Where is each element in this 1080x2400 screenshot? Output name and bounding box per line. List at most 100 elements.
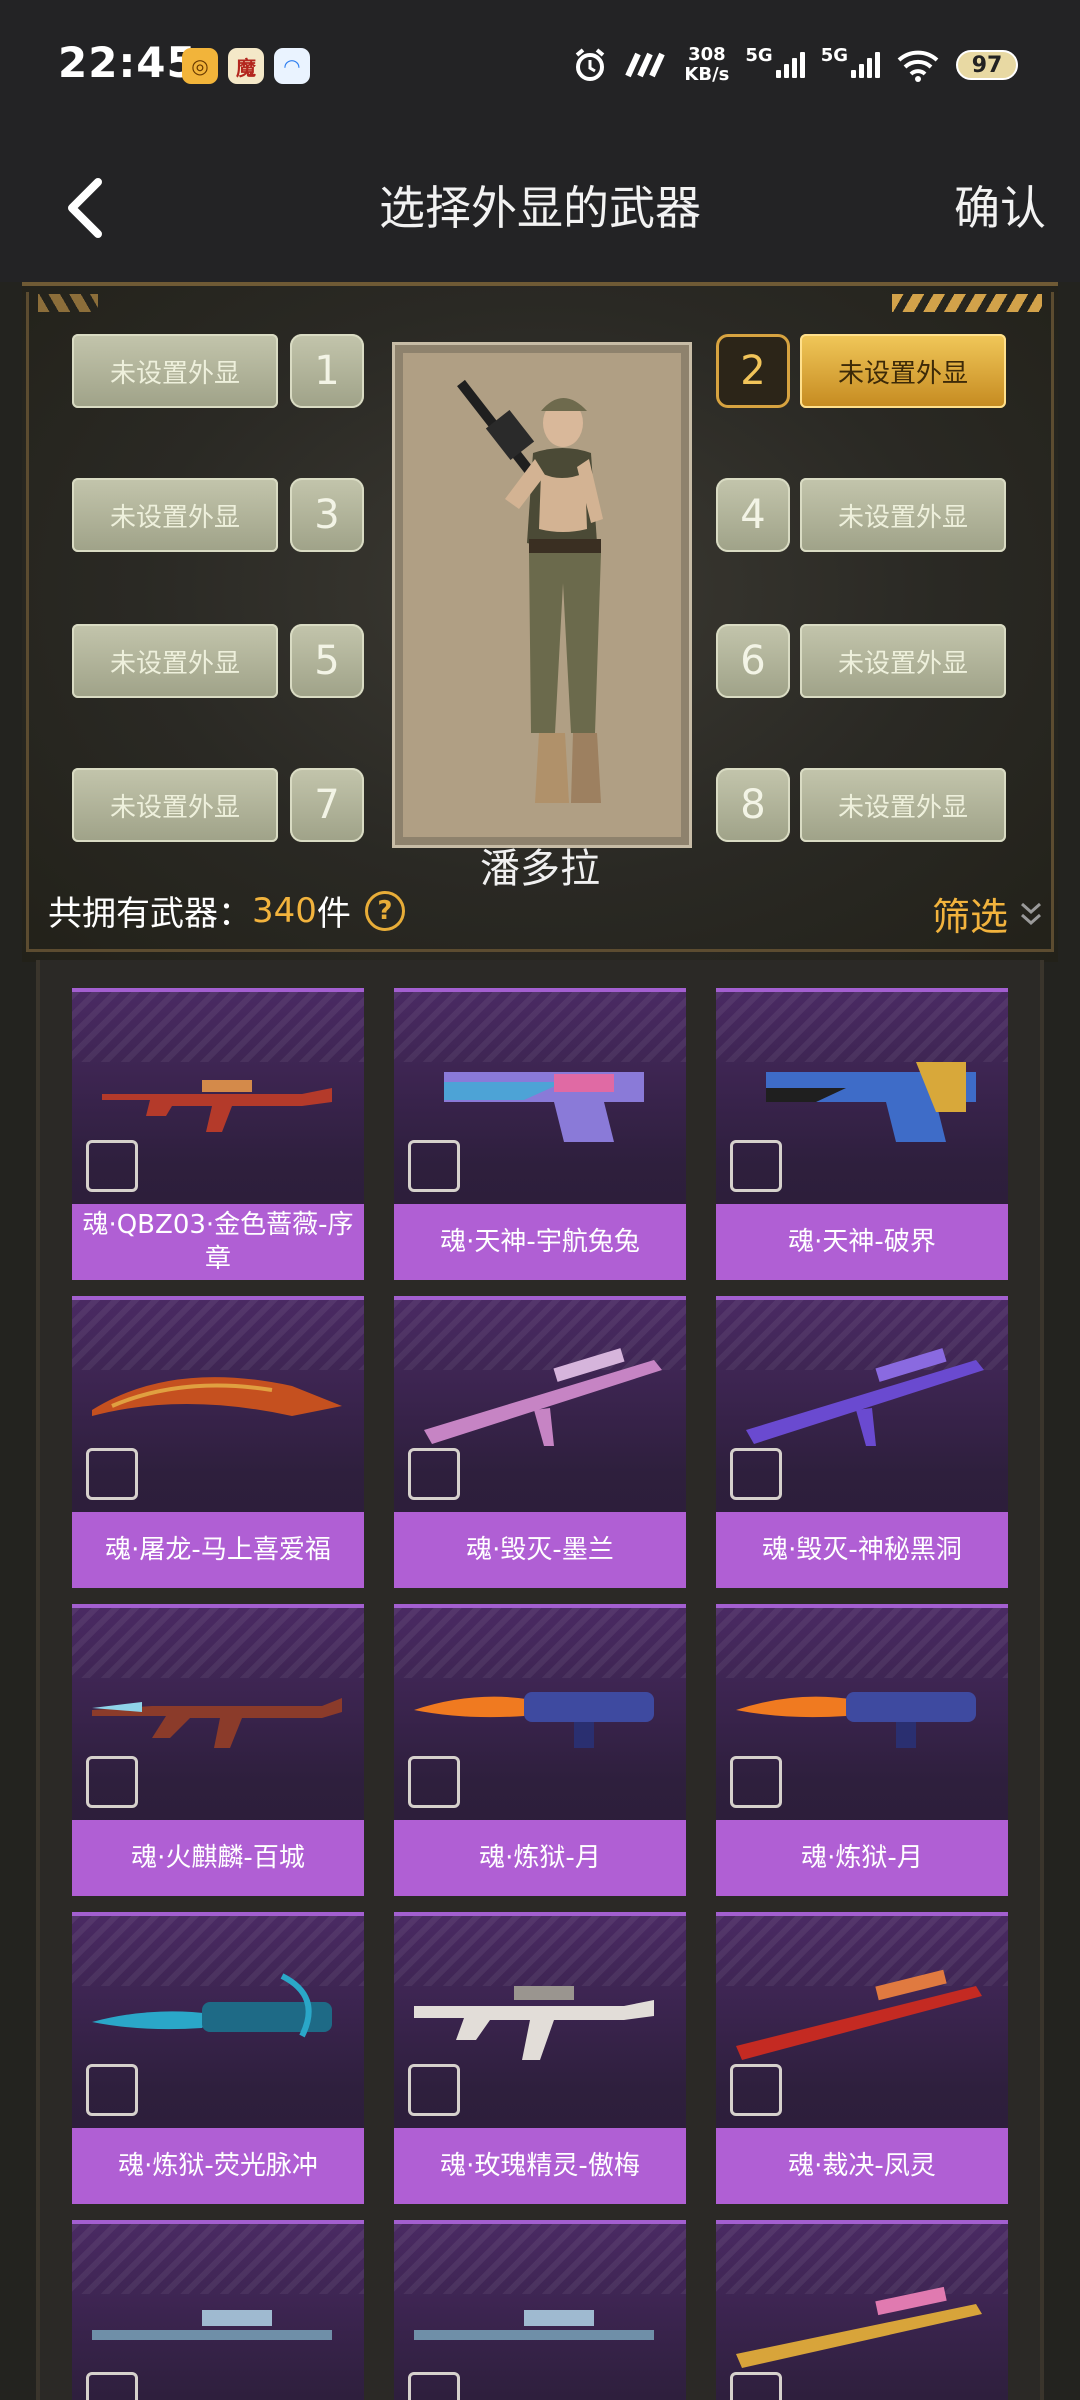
weapon-name: 魂·屠龙-马上喜爱福 — [72, 1512, 364, 1588]
weapon-card[interactable]: 魂·裁决-凤灵 — [716, 1912, 1008, 2204]
app-notification-icon: ◠ — [274, 48, 310, 84]
slot-1-button[interactable]: 未设置外显 — [72, 334, 278, 408]
weapon-checkbox[interactable] — [730, 1756, 782, 1808]
app-notification-icon: 魔 — [228, 48, 264, 84]
weapon-checkbox[interactable] — [86, 1140, 138, 1192]
weapon-card[interactable] — [394, 2220, 686, 2400]
rifle-icon — [92, 1698, 342, 1748]
header: 选择外显的武器 确认 — [0, 130, 1080, 282]
weapon-select-screen: 22:45 ◎ 魔 ◠ 308 KB/s 5G 5G 97 选择外显的武器 确认 … — [0, 0, 1080, 2400]
character-figure-icon — [457, 379, 603, 803]
weapon-name: 魂·毁灭-神秘黑洞 — [716, 1512, 1008, 1588]
weapon-count-number: 340 — [252, 890, 317, 931]
weapon-card[interactable]: 魂·毁灭-神秘黑洞 — [716, 1296, 1008, 1588]
weapon-checkbox[interactable] — [730, 1140, 782, 1192]
slot-2-number[interactable]: 2 — [716, 334, 790, 408]
status-bar: 22:45 ◎ 魔 ◠ 308 KB/s 5G 5G 97 — [0, 0, 1080, 130]
flamethrower-icon — [92, 1973, 332, 2038]
weapon-name: 魂·玫瑰精灵-傲梅 — [394, 2128, 686, 2204]
weapon-card[interactable]: 魂·天神-破界 — [716, 988, 1008, 1280]
weapon-checkbox[interactable] — [408, 2064, 460, 2116]
sniper-rifle-icon — [414, 2310, 654, 2340]
weapon-name: 魂·裁决-凤灵 — [716, 2128, 1008, 2204]
battery-indicator: 97 — [956, 50, 1018, 80]
wifi-icon — [897, 50, 939, 82]
slot-5-button[interactable]: 未设置外显 — [72, 624, 278, 698]
sniper-rifle-icon — [736, 1969, 982, 2060]
slot-4-button[interactable]: 未设置外显 — [800, 478, 1006, 552]
weapon-name: 魂·炼狱-月 — [716, 1820, 1008, 1896]
page-title: 选择外显的武器 — [379, 181, 701, 235]
character-panel: 未设置外显 1 2 未设置外显 未设置外显 3 4 未设置外显 未设置外显 5 … — [22, 282, 1058, 964]
status-time: 22:45 — [58, 38, 197, 87]
slot-8-number[interactable]: 8 — [716, 768, 790, 842]
weapon-name: 魂·火麒麟-百城 — [72, 1820, 364, 1896]
slot-6-number[interactable]: 6 — [716, 624, 790, 698]
signal-5g-1: 5G — [745, 45, 805, 78]
filter-button[interactable]: 筛选 — [932, 886, 1044, 941]
frame-decoration — [892, 294, 1042, 312]
slot-7-number[interactable]: 7 — [290, 768, 364, 842]
chevron-double-down-icon — [1021, 902, 1041, 925]
slot-3-number[interactable]: 3 — [290, 478, 364, 552]
slot-4-number[interactable]: 4 — [716, 478, 790, 552]
weapon-checkbox[interactable] — [730, 2064, 782, 2116]
slot-5-number[interactable]: 5 — [290, 624, 364, 698]
weapon-checkbox[interactable] — [408, 2372, 460, 2400]
weapon-card[interactable] — [72, 2220, 364, 2400]
weapon-card[interactable]: 魂·屠龙-马上喜爱福 — [72, 1296, 364, 1588]
weapon-checkbox[interactable] — [730, 1448, 782, 1500]
carrier-icon — [625, 52, 666, 78]
sniper-rifle-icon — [424, 1348, 662, 1446]
signal-5g-2: 5G — [821, 45, 880, 78]
weapon-checkbox[interactable] — [86, 1756, 138, 1808]
alarm-icon — [576, 48, 605, 81]
weapon-card[interactable]: 魂·火麒麟-百城 — [72, 1604, 364, 1896]
rifle-icon — [414, 1986, 654, 2060]
sniper-rifle-icon — [746, 1348, 984, 1446]
signal-bars-icon — [775, 52, 805, 78]
weapon-checkbox[interactable] — [730, 2372, 782, 2400]
weapon-name: 魂·炼狱-荧光脉冲 — [72, 2128, 364, 2204]
weapon-checkbox[interactable] — [408, 1756, 460, 1808]
pistol-icon — [766, 1062, 976, 1142]
signal-bars-icon — [851, 52, 880, 78]
help-icon[interactable]: ? — [364, 890, 405, 931]
sniper-rifle-icon — [92, 2310, 332, 2340]
weapon-card[interactable]: 魂·炼狱-月 — [716, 1604, 1008, 1896]
slot-1-number[interactable]: 1 — [290, 334, 364, 408]
sniper-rifle-icon — [736, 2286, 982, 2368]
weapon-card[interactable]: 魂·炼狱-荧光脉冲 — [72, 1912, 364, 2204]
weapon-card[interactable]: 魂·天神-宇航兔兔 — [394, 988, 686, 1280]
weapon-checkbox[interactable] — [86, 2064, 138, 2116]
pistol-icon — [444, 1072, 644, 1142]
weapon-card[interactable]: 魂·炼狱-月 — [394, 1604, 686, 1896]
weapon-count-unit: 件 — [316, 894, 351, 934]
filter-label: 筛选 — [931, 895, 1008, 939]
weapon-name: 魂·天神-破界 — [716, 1204, 1008, 1280]
slot-8-button[interactable]: 未设置外显 — [800, 768, 1006, 842]
slot-3-button[interactable]: 未设置外显 — [72, 478, 278, 552]
weapon-checkbox[interactable] — [86, 1448, 138, 1500]
weapon-card[interactable]: 魂·玫瑰精灵-傲梅 — [394, 1912, 686, 2204]
weapon-name: 魂·炼狱-月 — [394, 1820, 686, 1896]
weapon-checkbox[interactable] — [86, 2372, 138, 2400]
slot-2-button[interactable]: 未设置外显 — [800, 334, 1006, 408]
slot-6-button[interactable]: 未设置外显 — [800, 624, 1006, 698]
weapon-count-label: 共拥有武器： — [48, 894, 252, 934]
weapon-count: 共拥有武器： 340 件 ? — [48, 886, 405, 935]
weapon-grid: 魂·QBZ03·金色蔷薇-序章 魂·天神-宇航兔兔 魂·天神-破界 魂·屠龙-马… — [36, 960, 1044, 2400]
weapon-name: 魂·毁灭-墨兰 — [394, 1512, 686, 1588]
weapon-card[interactable]: 魂·QBZ03·金色蔷薇-序章 — [72, 988, 364, 1280]
network-speed: 308 KB/s — [684, 44, 730, 85]
weapon-card[interactable] — [716, 2220, 1008, 2400]
weapon-name: 魂·QBZ03·金色蔷薇-序章 — [72, 1204, 364, 1280]
flamethrower-icon — [414, 1692, 654, 1748]
weapon-checkbox[interactable] — [408, 1448, 460, 1500]
status-indicators: 308 KB/s 5G 5G 97 — [572, 40, 1018, 90]
slot-7-button[interactable]: 未设置外显 — [72, 768, 278, 842]
confirm-button[interactable]: 确认 — [954, 172, 1046, 238]
weapon-card[interactable]: 魂·毁灭-墨兰 — [394, 1296, 686, 1588]
machete-icon — [92, 1377, 342, 1416]
weapon-checkbox[interactable] — [408, 1140, 460, 1192]
